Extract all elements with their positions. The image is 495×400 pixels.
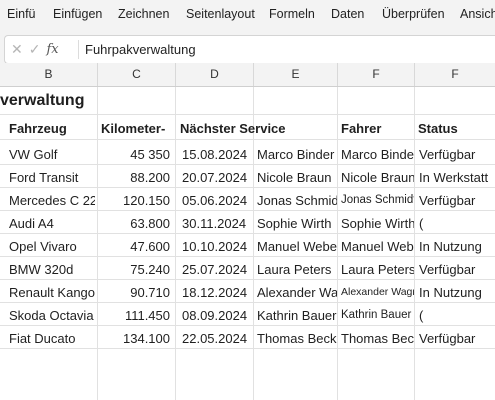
check-icon[interactable]: ✓ [29, 41, 41, 58]
cell-fahrer[interactable]: Nicole Braun [341, 166, 414, 189]
cell-fahrzeug[interactable]: Mercedes C 220 [9, 189, 95, 212]
cell-e[interactable]: Alexander Wag [257, 281, 337, 304]
spreadsheet-grid[interactable]: verwaltung Fahrzeug Kilometer- Nächster … [0, 87, 495, 400]
close-icon[interactable]: ✕ [11, 41, 23, 58]
cell-fahrer[interactable]: Sophie Wirth [341, 212, 414, 235]
cell-service[interactable]: 10.10.2024 [182, 235, 252, 258]
cell-km[interactable]: 63.800 [99, 212, 170, 235]
cell-service[interactable]: 30.11.2024 [182, 212, 252, 235]
cell-fahrzeug[interactable]: Opel Vivaro [9, 235, 95, 258]
cell-fahrzeug[interactable]: VW Golf [9, 143, 95, 166]
tab-seitenlayout[interactable]: Seitenlayout [186, 7, 255, 21]
cell-e[interactable]: Thomas Beck [257, 327, 337, 350]
cell-km[interactable]: 47.600 [99, 235, 170, 258]
tab-formeln[interactable]: Formeln [269, 7, 315, 21]
cell-fahrer[interactable]: Jonas Schmidt [341, 189, 414, 212]
cell-e[interactable]: Nicole Braun [257, 166, 337, 189]
cell-fahrer[interactable]: Alexander Wagn. [341, 281, 414, 304]
column-header-b[interactable]: B [0, 63, 98, 86]
column-header-e[interactable]: E [254, 63, 338, 86]
column-header-row: B C D E F F [0, 63, 495, 87]
cell-service[interactable]: 08.09.2024 [182, 304, 252, 327]
tab-einfuegen[interactable]: Einfügen [53, 7, 102, 21]
ribbon-tabs: Einfü Einfügen Zeichnen Seitenlayout For… [0, 0, 495, 30]
tab-ueberpruefen[interactable]: Überprüfen [382, 7, 445, 21]
tab-daten[interactable]: Daten [331, 7, 364, 21]
header-fahrer[interactable]: Fahrer [341, 117, 413, 140]
cell-status[interactable]: Verfügbar [419, 258, 495, 281]
cell-fahrer[interactable]: Thomas Beck [341, 327, 414, 350]
cell-fahrer[interactable]: Manuel Weber [341, 235, 414, 258]
cell-service[interactable]: 20.07.2024 [182, 166, 252, 189]
cell-status[interactable]: In Nutzung [419, 235, 495, 258]
cell-fahrer[interactable]: Kathrin Bauer [341, 304, 414, 327]
cell-status[interactable]: In Werkstatt [419, 166, 495, 189]
function-icon[interactable]: fx [46, 42, 58, 57]
cell-km[interactable]: 134.100 [99, 327, 170, 350]
tab-zeichnen[interactable]: Zeichnen [118, 7, 169, 21]
cell-status[interactable]: Verfügbar [419, 327, 495, 350]
cell-e[interactable]: Manuel Weber [257, 235, 337, 258]
cell-fahrer[interactable]: Laura Peters [341, 258, 414, 281]
header-fahrzeug[interactable]: Fahrzeug [9, 117, 95, 140]
formula-separator [78, 40, 79, 59]
cell-status[interactable]: ( [419, 304, 495, 327]
cell-status[interactable]: ( [419, 212, 495, 235]
cell-fahrzeug[interactable]: Fiat Ducato [9, 327, 95, 350]
cell-e[interactable]: Jonas Schmidt [257, 189, 337, 212]
cell-service[interactable]: 22.05.2024 [182, 327, 252, 350]
cell-e[interactable]: Laura Peters [257, 258, 337, 281]
column-header-c[interactable]: C [98, 63, 176, 86]
cell-fahrer[interactable]: Marco Binder [341, 143, 414, 166]
cell-km[interactable]: 90.710 [99, 281, 170, 304]
cell-km[interactable]: 111.450 [99, 304, 170, 327]
formula-input[interactable]: Fuhrpakverwaltung [85, 42, 196, 57]
cell-km[interactable]: 75.240 [99, 258, 170, 281]
cell-service[interactable]: 25.07.2024 [182, 258, 252, 281]
cell-e[interactable]: Marco Binder [257, 143, 337, 166]
tab-ansicht[interactable]: Ansicht [460, 7, 495, 21]
cell-service[interactable]: 05.06.2024 [182, 189, 252, 212]
header-status[interactable]: Status [418, 117, 495, 140]
tab-einfuegen-partial[interactable]: Einfü [7, 7, 36, 21]
cell-service[interactable]: 18.12.2024 [182, 281, 252, 304]
formula-bar: ✕ ✓ fx Fuhrpakverwaltung [4, 35, 495, 64]
column-header-d[interactable]: D [176, 63, 254, 86]
cell-fahrzeug[interactable]: Renault Kangoo [9, 281, 95, 304]
cell-fahrzeug[interactable]: Ford Transit [9, 166, 95, 189]
cell-e[interactable]: Kathrin Bauer [257, 304, 337, 327]
cell-e[interactable]: Sophie Wirth [257, 212, 337, 235]
cell-km[interactable]: 88.200 [99, 166, 170, 189]
cell-fahrzeug[interactable]: Skoda Octavia [9, 304, 95, 327]
header-kilometer[interactable]: Kilometer- [101, 117, 175, 140]
cell-km[interactable]: 45 350 [99, 143, 170, 166]
cell-service[interactable]: 15.08.2024 [182, 143, 252, 166]
cell-status[interactable]: Verfügbar [419, 143, 495, 166]
header-naechster-service[interactable]: Nächster Service [180, 117, 336, 140]
cell-fahrzeug[interactable]: Audi A4 [9, 212, 95, 235]
cell-km[interactable]: 120.150 [99, 189, 170, 212]
column-header-f[interactable]: F [338, 63, 415, 86]
column-header-g[interactable]: F [415, 63, 495, 86]
sheet-title[interactable]: verwaltung [0, 88, 84, 114]
cell-status[interactable]: In Nutzung [419, 281, 495, 304]
cell-status[interactable]: Verfügbar [419, 189, 495, 212]
cell-fahrzeug[interactable]: BMW 320d [9, 258, 95, 281]
